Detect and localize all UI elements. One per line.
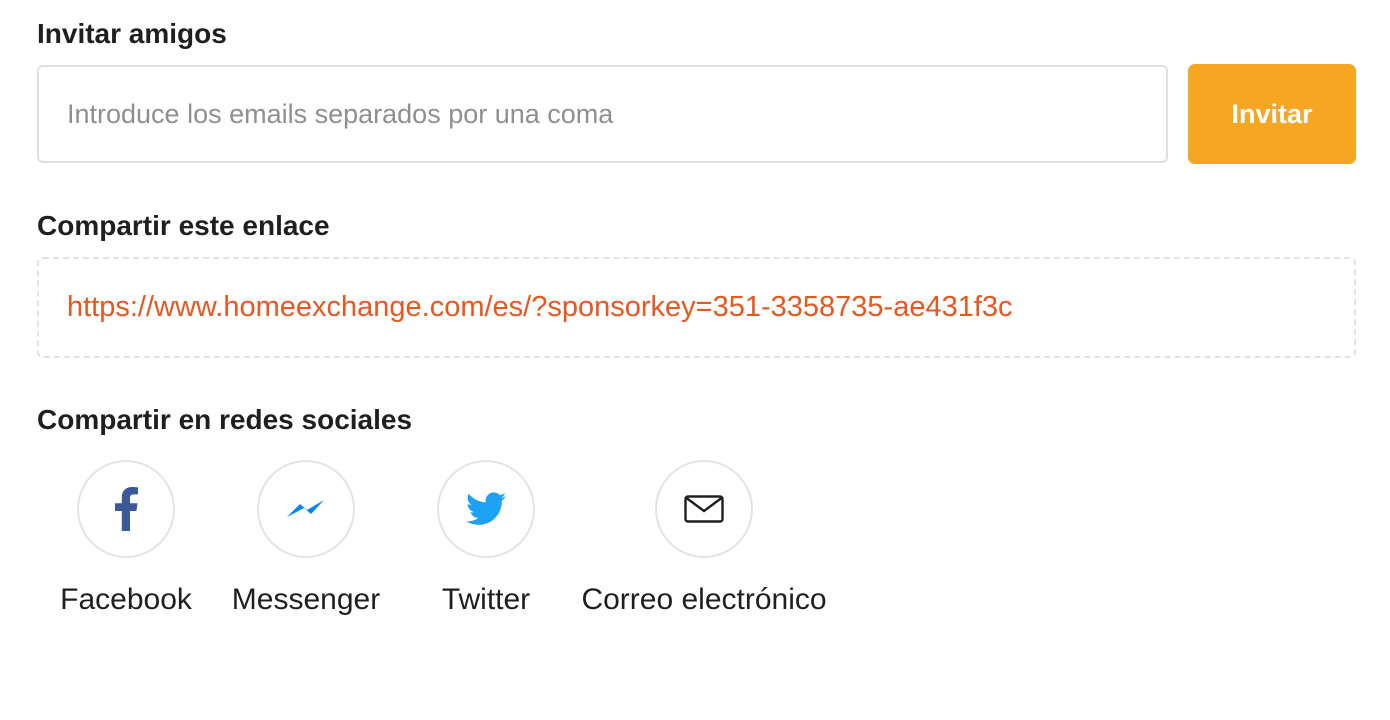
twitter-icon-circle[interactable] <box>437 460 535 558</box>
share-link-title: Compartir este enlace <box>37 210 330 241</box>
invite-friends-title: Invitar amigos <box>37 18 227 49</box>
email-label: Correo electrónico <box>581 583 827 616</box>
messenger-icon-circle[interactable] <box>257 460 355 558</box>
messenger-label: Messenger <box>231 583 381 616</box>
share-link-box[interactable]: https://www.homeexchange.com/es/?sponsor… <box>37 257 1356 358</box>
twitter-icon <box>466 492 506 525</box>
facebook-icon-circle[interactable] <box>77 460 175 558</box>
twitter-label: Twitter <box>441 583 531 616</box>
envelope-icon-circle[interactable] <box>655 460 753 558</box>
share-email-button[interactable]: Correo electrónico <box>568 460 840 618</box>
invite-friends-panel: Invitar amigos Invitar Compartir este en… <box>0 0 1390 720</box>
facebook-label: Facebook <box>60 583 192 616</box>
invite-emails-input[interactable] <box>37 65 1168 163</box>
facebook-icon <box>115 487 138 531</box>
share-messenger-button[interactable]: Messenger <box>226 460 386 618</box>
share-twitter-button[interactable]: Twitter <box>426 460 546 618</box>
share-facebook-button[interactable]: Facebook <box>56 460 196 618</box>
envelope-icon <box>684 495 724 523</box>
invite-button[interactable]: Invitar <box>1188 64 1356 164</box>
share-link-url[interactable]: https://www.homeexchange.com/es/?sponsor… <box>67 291 1013 324</box>
messenger-icon <box>287 500 324 517</box>
share-social-title: Compartir en redes sociales <box>37 404 413 435</box>
